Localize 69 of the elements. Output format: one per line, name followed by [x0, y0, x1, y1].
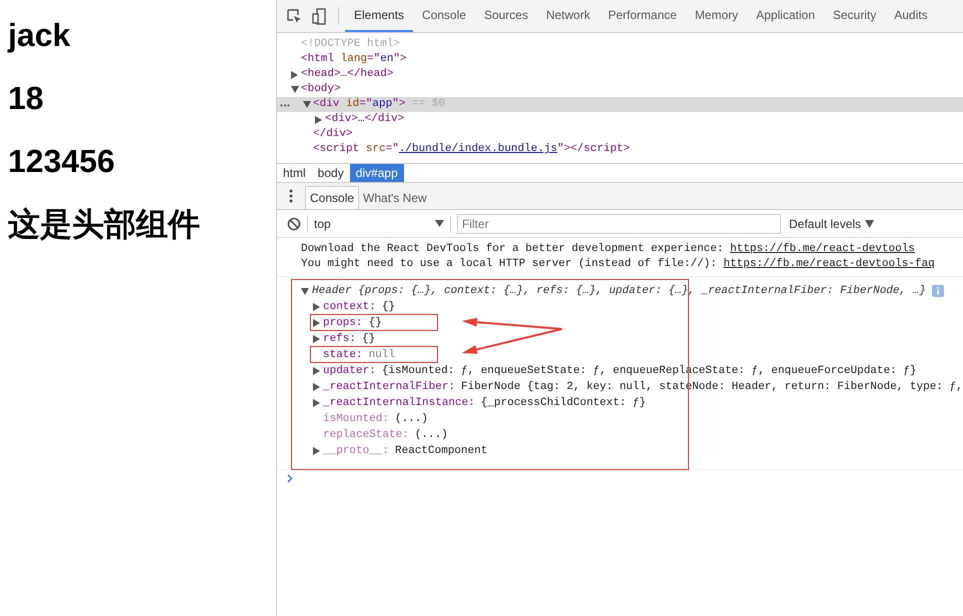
dom-node[interactable]: <head>…</head>	[301, 67, 394, 82]
devtools-tab[interactable]: Memory	[686, 0, 748, 32]
drawer-tab[interactable]: Console	[305, 186, 360, 209]
property-name: _reactInternalFiber:	[323, 380, 456, 395]
property-name: replaceState:	[323, 428, 409, 443]
collapsed-triangle-icon[interactable]	[313, 367, 320, 375]
property-value: {}	[382, 300, 396, 315]
devtools-tab[interactable]: Application	[747, 0, 824, 32]
inspect-icon[interactable]	[286, 8, 302, 24]
property-name: props:	[323, 316, 363, 331]
page-heading: 123456	[8, 142, 116, 181]
property-value: {_processChildContext: ƒ}	[480, 396, 646, 411]
property-value: null	[368, 348, 396, 363]
devtools-tab[interactable]: Elements	[345, 0, 414, 32]
dom-node[interactable]: <div>…</div>	[325, 112, 404, 127]
context-dropdown[interactable]: top	[314, 216, 444, 230]
console-message: Download the React DevTools for a better development experience:	[301, 243, 724, 255]
property-name: __proto__:	[323, 444, 390, 459]
devtools-tab[interactable]: Network	[537, 0, 600, 32]
property-value: {}	[368, 316, 382, 331]
dom-node[interactable]: <body>	[301, 82, 341, 97]
property-value: ReactComponent	[395, 444, 488, 459]
devtools-tab[interactable]: Audits	[885, 0, 937, 32]
device-icon[interactable]	[312, 8, 326, 24]
breadcrumb[interactable]: html	[277, 164, 312, 182]
devtools-tab[interactable]: Security	[824, 0, 886, 32]
property-name: updater:	[323, 364, 376, 379]
property-name: context:	[323, 300, 376, 315]
collapsed-triangle-icon[interactable]	[313, 383, 320, 391]
collapsed-triangle-icon[interactable]	[313, 399, 320, 407]
menu-icon[interactable]	[289, 189, 293, 203]
clear-console-icon[interactable]	[287, 216, 301, 230]
dom-node[interactable]: </div>	[313, 127, 353, 142]
drawer-tab[interactable]: What's New	[359, 186, 431, 209]
expanded-triangle-icon[interactable]	[291, 86, 299, 93]
prompt-icon[interactable]	[287, 474, 293, 483]
expanded-triangle-icon[interactable]	[301, 288, 309, 294]
property-value: {}	[362, 332, 376, 347]
property-name: _reactInternalInstance:	[323, 396, 475, 411]
devtools-tab[interactable]: Performance	[599, 0, 686, 32]
page-heading: jack	[8, 16, 72, 55]
collapsed-triangle-icon[interactable]	[313, 335, 320, 343]
message-link[interactable]: https://fb.me/react-devtools-faq	[723, 258, 935, 270]
dom-node[interactable]: <script src="./bundle/index.bundle.js"></script>	[313, 142, 630, 157]
devtools-tab[interactable]: Sources	[475, 0, 538, 32]
collapsed-triangle-icon[interactable]	[291, 70, 298, 78]
caret-icon[interactable]	[865, 220, 874, 228]
breadcrumb[interactable]: div#app	[350, 164, 404, 182]
property-value: (...)	[414, 428, 448, 443]
property-value: (...)	[395, 412, 428, 427]
collapsed-triangle-icon[interactable]	[313, 303, 320, 311]
message-link[interactable]: https://fb.me/react-devtools	[730, 243, 915, 255]
breadcrumb[interactable]: body	[312, 164, 350, 182]
expanded-triangle-icon[interactable]	[303, 101, 311, 108]
collapsed-triangle-icon[interactable]	[313, 319, 320, 327]
devtools-tab[interactable]: Console	[413, 0, 476, 32]
property-name: state:	[323, 348, 363, 363]
console-message: You might need to use a local HTTP server (instead of file://):	[301, 258, 718, 270]
page-heading: 18	[8, 79, 45, 118]
collapsed-triangle-icon[interactable]	[315, 116, 322, 124]
levels-dropdown[interactable]: Default levels	[789, 216, 874, 230]
caret-icon[interactable]	[435, 220, 444, 227]
page-heading: 这是头部组件	[8, 205, 201, 244]
collapsed-triangle-icon[interactable]	[313, 447, 320, 455]
more-icon[interactable]	[280, 104, 290, 107]
property-name: refs:	[323, 332, 356, 347]
dom-node[interactable]: <html lang="en">	[301, 52, 407, 67]
property-name: isMounted:	[323, 412, 390, 427]
filter-field[interactable]: Filter	[457, 214, 781, 234]
